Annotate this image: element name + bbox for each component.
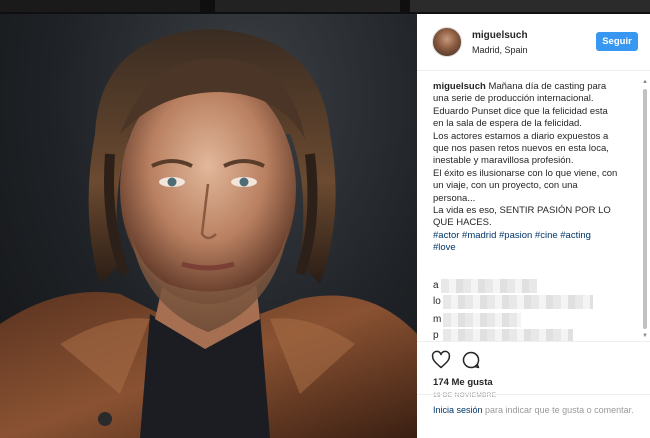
- post-side-panel: miguelsuch Madrid, Spain Seguir miguelsu…: [417, 14, 650, 438]
- comment-bubble-icon[interactable]: [461, 350, 481, 370]
- caption-username[interactable]: miguelsuch: [433, 81, 486, 92]
- follow-button[interactable]: Seguir: [596, 32, 638, 51]
- login-link[interactable]: Inicia sesión: [433, 405, 483, 415]
- pixelated-text: [443, 295, 593, 309]
- caption-line: que nos pasen retos nuevos en esta loca,: [433, 143, 609, 155]
- pixelated-text: [443, 329, 573, 341]
- scroll-thumb[interactable]: [643, 89, 647, 329]
- login-prompt-text: para indicar que te gusta o comentar.: [482, 405, 634, 415]
- post-header: miguelsuch Madrid, Spain Seguir: [417, 14, 650, 71]
- post-photo: [0, 14, 417, 438]
- portrait-image: [0, 29, 417, 438]
- comment-initial: a: [433, 280, 439, 291]
- comments-section: miguelsuch Mañana día de casting para un…: [417, 71, 650, 341]
- caption-line: El éxito es ilusionarse con lo que viene…: [433, 167, 618, 179]
- comments-scrollbar[interactable]: ▲ ▼: [642, 79, 648, 341]
- background-thumbnail: [0, 0, 200, 12]
- background-thumbnail: [410, 0, 650, 12]
- background-thumbnail-strip: [0, 0, 650, 14]
- caption-line: inestable y maravillosa profesión.: [433, 155, 574, 167]
- hashtags[interactable]: #actor #madrid #pasion #cine #acting: [433, 230, 639, 242]
- scroll-up-arrow-icon[interactable]: ▲: [642, 79, 648, 85]
- pixelated-text: [443, 313, 521, 327]
- scroll-down-arrow-icon[interactable]: ▼: [642, 333, 648, 339]
- caption-line: Los actores estamos a diario expuestos a: [433, 130, 609, 142]
- heart-icon[interactable]: [431, 350, 451, 370]
- caption-line: en la sala de espera de la felicidad.: [433, 118, 582, 130]
- caption-line: un viaje, con un proyecto, con una: [433, 180, 578, 192]
- header-username[interactable]: miguelsuch: [472, 30, 528, 41]
- pixelated-text: [441, 279, 537, 293]
- background-thumbnail: [215, 0, 400, 12]
- caption-line: QUE HACES.: [433, 217, 492, 229]
- caption-line: Eduardo Punset dice que la felicidad est…: [433, 105, 608, 117]
- likes-count[interactable]: 174 Me gusta: [433, 377, 493, 388]
- comment-initial: m: [433, 314, 442, 325]
- caption-line: La vida es eso, SENTIR PASIÓN POR LO: [433, 205, 611, 217]
- caption-line: persona...: [433, 192, 476, 204]
- comment-initial: lo: [433, 296, 441, 307]
- caption-line: Mañana día de casting para: [488, 81, 607, 92]
- comment-initial: p: [433, 330, 439, 341]
- profile-avatar[interactable]: [432, 27, 462, 57]
- post-caption: miguelsuch Mañana día de casting para un…: [433, 81, 639, 255]
- header-location[interactable]: Madrid, Spain: [472, 45, 528, 55]
- hashtags[interactable]: #love: [433, 242, 639, 254]
- caption-line: una serie de producción internacional.: [433, 93, 594, 105]
- login-prompt: Inicia sesión para indicar que te gusta …: [417, 394, 650, 438]
